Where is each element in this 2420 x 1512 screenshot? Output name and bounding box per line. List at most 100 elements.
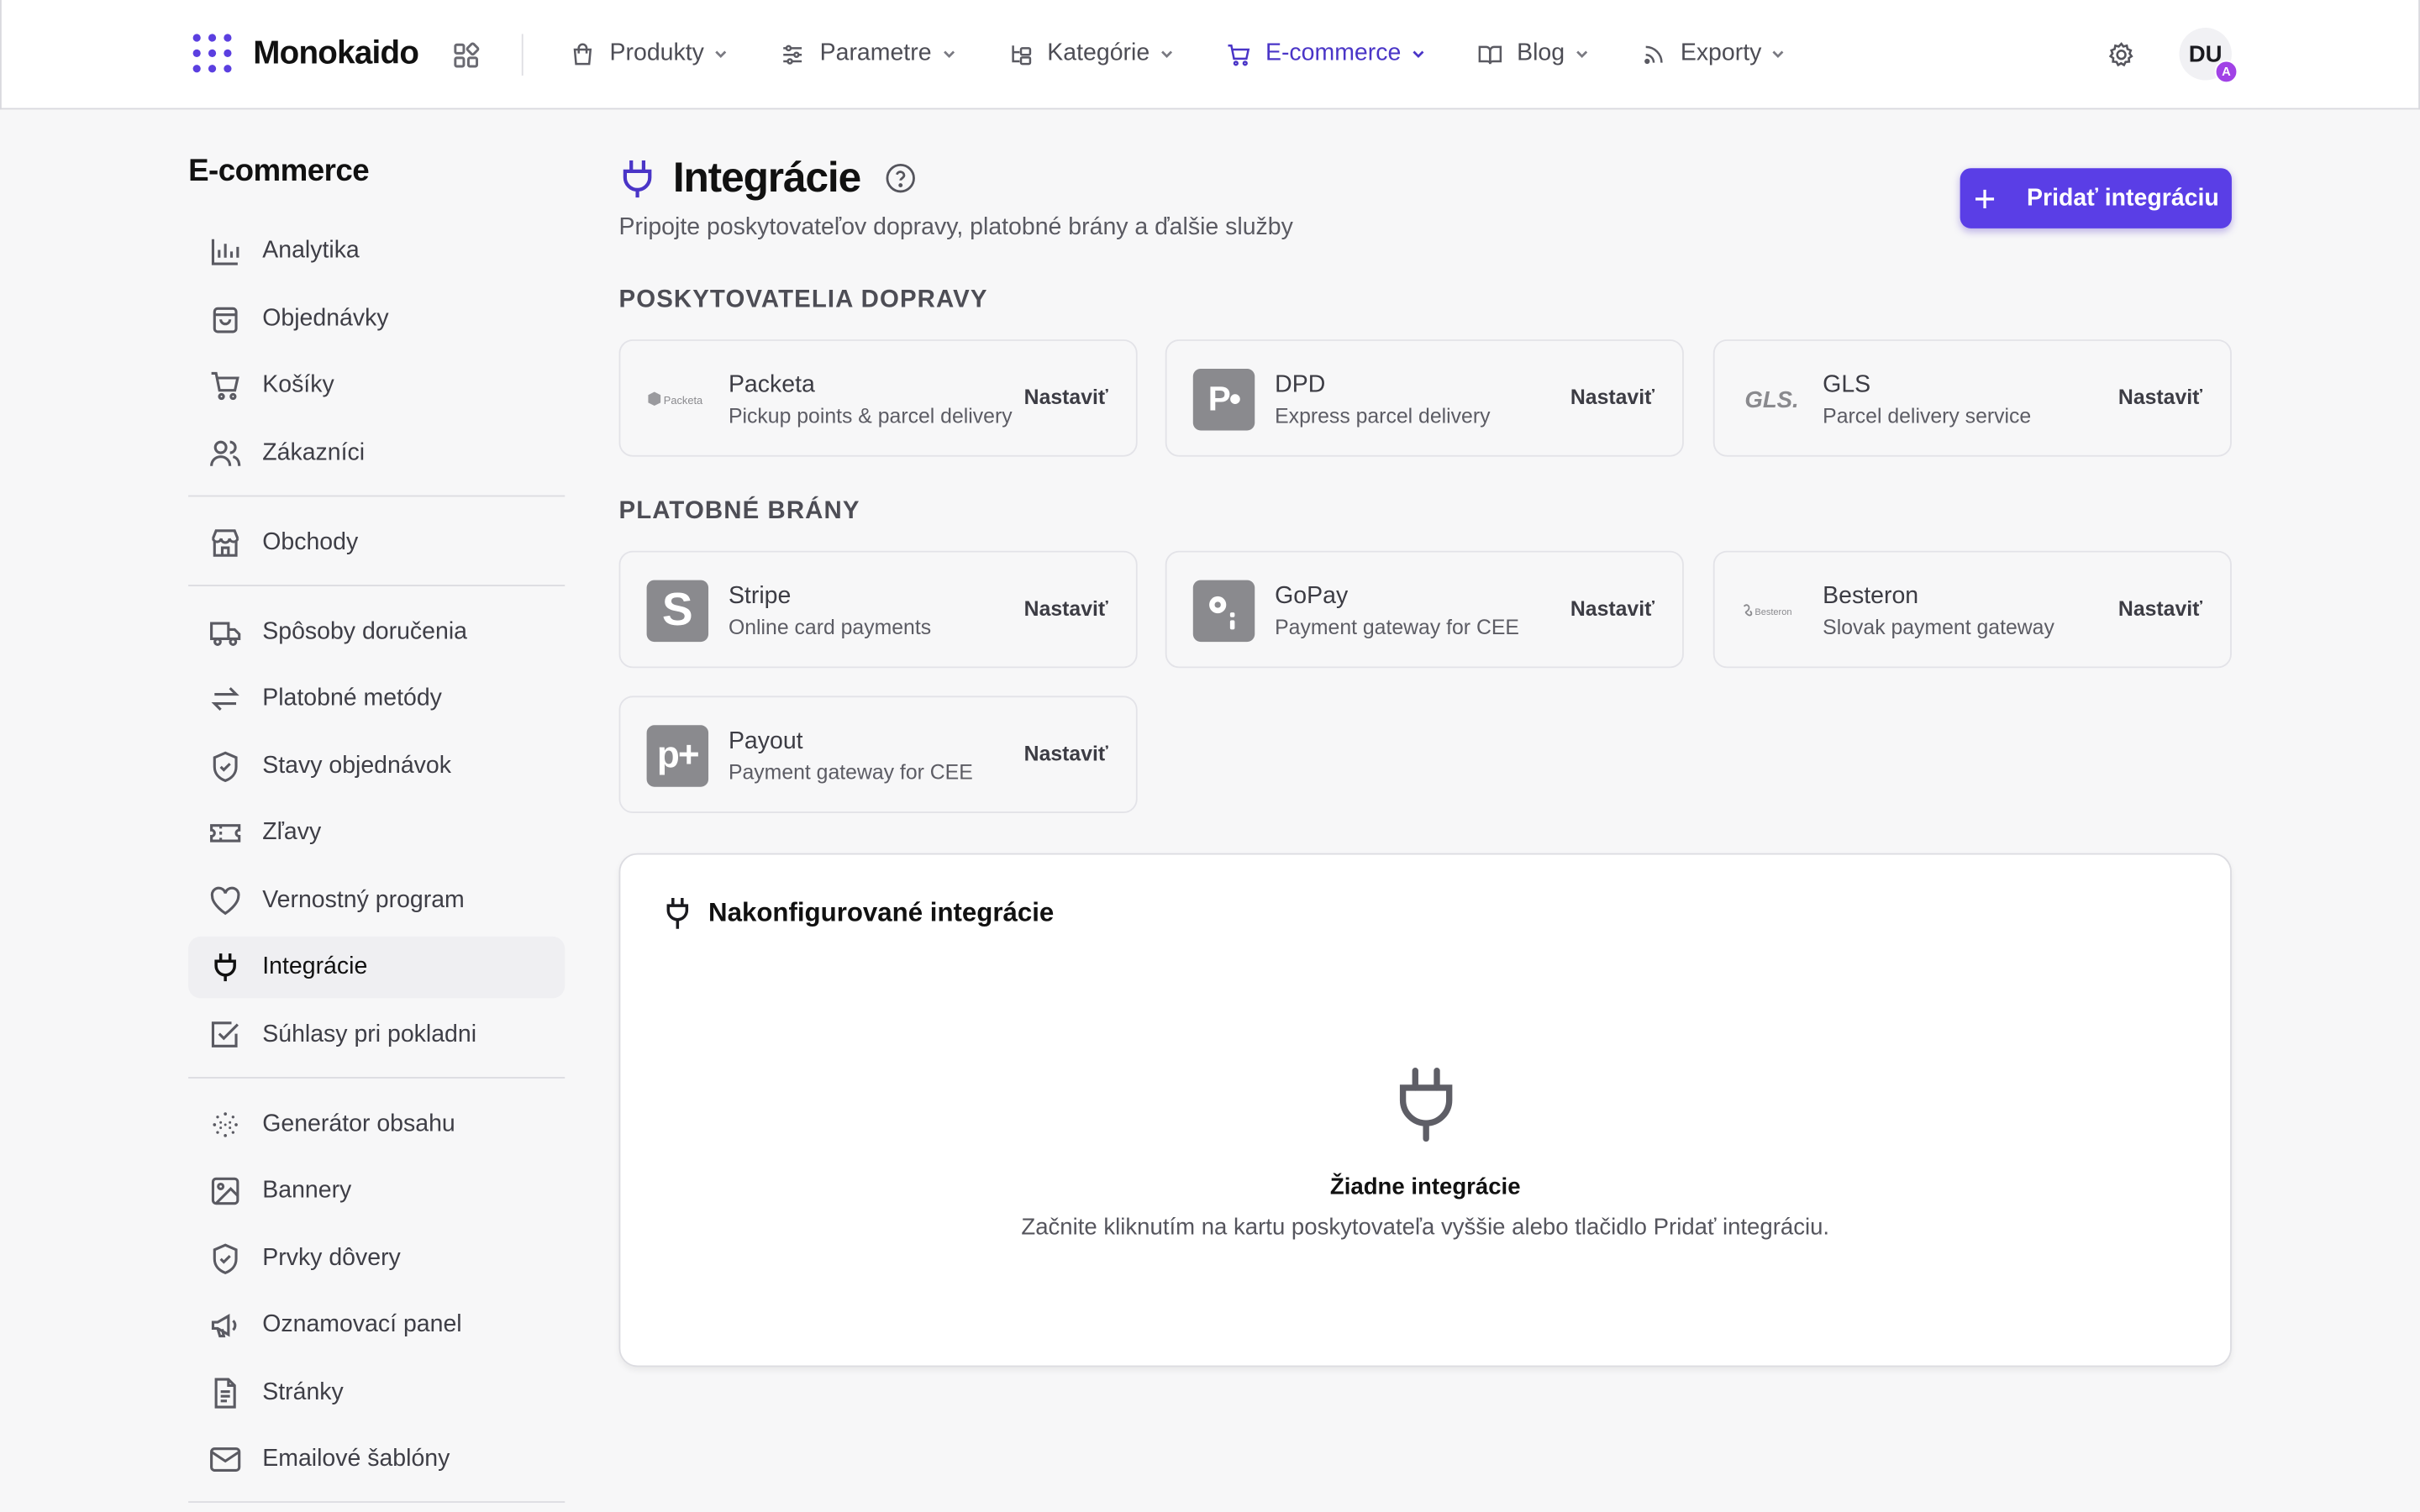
gls-logo-text: GLS.	[1744, 386, 1799, 413]
panel-title: Nakonfigurované integrácie	[708, 897, 1055, 927]
shopping-bag-icon	[213, 306, 238, 333]
page-header: Integrácie	[619, 155, 917, 202]
arrows-exchange-icon	[211, 687, 239, 711]
sidebar-item-obchody[interactable]: Obchody	[188, 512, 565, 573]
integration-card-packeta[interactable]: Packeta Packeta Pickup points & parcel d…	[618, 339, 1138, 457]
dpd-logo-text: P•	[1207, 379, 1241, 418]
help-circle-icon[interactable]	[884, 162, 917, 195]
store-icon	[211, 528, 239, 556]
sidebar-item-label: Platobné metódy	[262, 685, 442, 711]
besteron-logo: Besteron	[1741, 580, 1806, 642]
sidebar-item-label: Spôsoby doručenia	[262, 617, 468, 644]
sidebar-item-oznamovaci-panel[interactable]: Oznamovací panel	[188, 1294, 565, 1356]
nav-ecommerce[interactable]: E-commerce	[1225, 40, 1426, 68]
users-icon	[210, 439, 241, 465]
setup-link[interactable]: Nastaviť	[1024, 742, 1108, 765]
integration-card-stripe[interactable]: S Stripe Online card payments Nastaviť	[618, 550, 1138, 669]
sidebar-item-emailove-sablony[interactable]: Emailové šablóny	[188, 1429, 565, 1490]
gear-icon[interactable]	[2107, 40, 2136, 70]
sidebar-item-label: Súhlasy pri pokladni	[262, 1021, 477, 1047]
setup-link[interactable]: Nastaviť	[1570, 386, 1655, 409]
besteron-logo-text: Besteron	[1754, 607, 1791, 617]
book-open-icon	[1478, 45, 1502, 64]
nav-produkty[interactable]: Produkty	[570, 40, 729, 68]
stripe-logo: S	[646, 580, 709, 643]
nav-label: Produkty	[609, 39, 704, 66]
add-integration-button[interactable]: Pridať integráciu	[1960, 168, 2232, 228]
sidebar-item-bannery[interactable]: Bannery	[188, 1160, 565, 1221]
sidebar-item-suhlasy-pri-pokladni[interactable]: Súhlasy pri pokladni	[188, 1004, 565, 1065]
gopay-logo	[1192, 580, 1255, 643]
shield-check-icon	[213, 750, 238, 782]
sidebar-item-stavy-objednavok[interactable]: Stavy objednávok	[188, 735, 565, 796]
category-tree-icon	[1011, 45, 1031, 65]
image-icon	[211, 1177, 239, 1205]
card-description: Slovak payment gateway	[1823, 615, 2054, 639]
brand-logo[interactable]: Monokaido	[192, 34, 419, 74]
sidebar-item-zakaznici[interactable]: Zákazníci	[188, 422, 565, 483]
card-name: Stripe	[728, 583, 792, 610]
sidebar-item-label: Zákazníci	[262, 438, 366, 465]
sidebar-item-analytika[interactable]: Analytika	[188, 221, 565, 282]
megaphone-icon	[211, 1314, 237, 1338]
setup-link[interactable]: Nastaviť	[1570, 597, 1655, 621]
nav-kategorie[interactable]: Kategórie	[1007, 40, 1175, 68]
plug-icon	[623, 160, 652, 197]
setup-link[interactable]: Nastaviť	[1024, 597, 1108, 621]
nav-label: Blog	[1517, 39, 1565, 66]
card-description: Payment gateway for CEE	[1275, 615, 1519, 639]
integration-card-besteron[interactable]: Besteron Besteron Slovak payment gateway…	[1712, 550, 2232, 669]
card-description: Express parcel delivery	[1275, 404, 1491, 428]
dpd-logo: P•	[1192, 368, 1255, 431]
card-description: Payment gateway for CEE	[728, 760, 973, 785]
integration-card-gopay[interactable]: GoPay Payment gateway for CEE Nastaviť	[1165, 550, 1684, 669]
page-title: Integrácie	[672, 154, 861, 201]
sidebar-item-generator-obsahu[interactable]: Generátor obsahu	[188, 1093, 565, 1154]
card-name: Besteron	[1823, 583, 1919, 610]
sidebar-item-integracie[interactable]: Integrácie	[188, 936, 566, 999]
card-name: Payout	[728, 727, 803, 755]
integration-card-dpd[interactable]: P• DPD Express parcel delivery Nastaviť	[1165, 339, 1684, 457]
file-text-icon	[214, 1377, 236, 1408]
sidebar-item-stranky[interactable]: Stránky	[188, 1362, 565, 1423]
ticket-icon	[210, 824, 241, 843]
sidebar-item-label: Emailové šablóny	[262, 1446, 450, 1473]
chevron-down-icon	[1160, 50, 1172, 58]
nav-exporty[interactable]: Exporty	[1640, 40, 1786, 68]
nav-label: Exporty	[1680, 39, 1762, 66]
heart-icon	[210, 885, 240, 915]
sidebar-item-kosiky[interactable]: Košíky	[188, 354, 565, 416]
payout-logo-text: p+	[656, 734, 700, 776]
sidebar-item-vernostny-program[interactable]: Vernostný program	[188, 869, 565, 931]
nav-parametre[interactable]: Parametre	[780, 40, 956, 68]
apps-grid-icon[interactable]	[450, 40, 481, 71]
setup-link[interactable]: Nastaviť	[2118, 597, 2202, 621]
divider	[188, 1076, 566, 1078]
sidebar-item-label: Zľavy	[262, 819, 322, 846]
user-avatar[interactable]: DU A	[2179, 28, 2238, 84]
sidebar-item-label: Stránky	[262, 1378, 344, 1405]
sidebar-item-zlavy[interactable]: Zľavy	[188, 802, 565, 864]
sidebar: Analytika Objednávky Košíky Zákazníci Ob…	[188, 221, 566, 1512]
sidebar-item-platobne-metody[interactable]: Platobné metódy	[188, 668, 565, 729]
integration-card-payout[interactable]: p+ Payout Payment gateway for CEE Nastav…	[618, 696, 1138, 813]
brand-dots-icon	[192, 34, 234, 74]
divider	[521, 34, 523, 76]
card-name: GLS	[1823, 371, 1871, 398]
bar-chart-icon	[211, 239, 239, 265]
setup-link[interactable]: Nastaviť	[2118, 386, 2202, 409]
plug-icon	[1399, 1068, 1453, 1142]
setup-link[interactable]: Nastaviť	[1024, 386, 1108, 409]
mail-icon	[210, 1447, 241, 1472]
sidebar-item-prvky-dovery[interactable]: Prvky dôvery	[188, 1227, 565, 1289]
sidebar-item-objednavky[interactable]: Objednávky	[188, 288, 565, 349]
button-label: Pridať integráciu	[2027, 184, 2219, 211]
nav-blog[interactable]: Blog	[1476, 40, 1589, 68]
stripe-logo-text: S	[661, 585, 693, 636]
sidebar-item-sposoby-dorucenia[interactable]: Spôsoby doručenia	[188, 601, 565, 662]
integration-card-gls[interactable]: GLS. GLS Parcel delivery service Nastavi…	[1712, 339, 2232, 457]
card-name: GoPay	[1275, 583, 1349, 610]
sidebar-item-label: Oznamovací panel	[262, 1311, 462, 1338]
payout-logo: p+	[646, 725, 709, 787]
nav-label: Kategórie	[1047, 39, 1150, 66]
